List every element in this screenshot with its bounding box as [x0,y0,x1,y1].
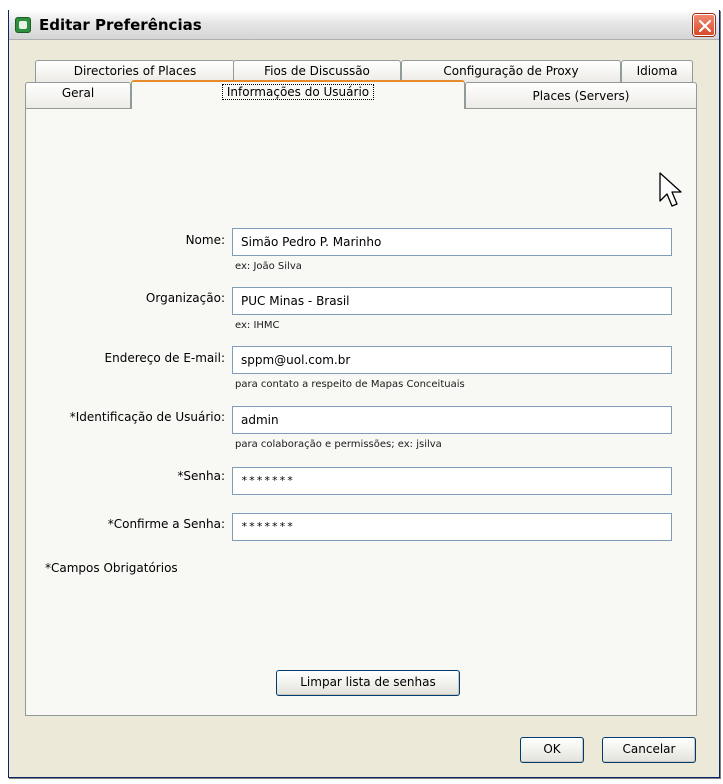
tab-label: Geral [61,86,95,100]
tab-idioma[interactable]: Idioma [621,60,693,82]
tab-geral[interactable]: Geral [25,82,131,108]
user-id-field[interactable]: admin [232,406,672,434]
close-button[interactable] [693,14,715,36]
organization-field[interactable]: PUC Minas - Brasil [232,287,672,315]
window-title: Editar Preferências [39,16,202,34]
clear-password-list-button[interactable]: Limpar lista de senhas [276,670,460,696]
required-fields-note: *Campos Obrigatórios [45,561,178,575]
tab-fios-de-discussao[interactable]: Fios de Discussão [233,60,401,82]
user-info-panel: Nome: Organização: Endereço de E-mail: *… [25,108,697,716]
email-field[interactable]: sppm@uol.com.br [232,346,672,374]
tab-label: Fios de Discussão [264,64,370,78]
name-label: Nome: [185,233,225,247]
confirm-password-field[interactable]: ******* [232,513,672,541]
email-label: Endereço de E-mail: [104,351,225,365]
password-label: *Senha: [177,469,225,483]
tab-label: Places (Servers) [532,89,630,103]
name-field[interactable]: Simão Pedro P. Marinho [232,228,672,256]
confirm-password-label: *Confirme a Senha: [107,517,225,531]
organization-hint: ex: IHMC [235,320,280,331]
organization-label: Organização: [145,291,225,305]
tab-configuracao-de-proxy[interactable]: Configuração de Proxy [401,60,621,82]
tab-places-servers[interactable]: Places (Servers) [465,82,697,108]
title-bar[interactable]: Editar Preferências [9,10,719,40]
user-id-label: *Identificação de Usuário: [69,410,225,424]
tab-informacoes-do-usuario[interactable]: Informações do Usuário [131,80,465,109]
tab-label: Directories of Places [73,64,197,78]
labels-column: Nome: Organização: Endereço de E-mail: *… [26,109,225,715]
password-field[interactable]: ******* [232,467,672,495]
close-icon [699,20,711,32]
tab-directories-of-places[interactable]: Directories of Places [35,60,235,82]
email-hint: para contato a respeito de Mapas Conceit… [235,379,465,390]
ok-button[interactable]: OK [520,737,584,763]
tab-label: Informações do Usuário [221,84,375,100]
mouse-pointer-icon [659,172,682,207]
app-logo-icon [15,17,31,33]
user-id-hint: para colaboração e permissões; ex: jsilv… [235,439,442,450]
name-hint: ex: João Silva [235,261,302,272]
cancel-button[interactable]: Cancelar [602,737,696,763]
tab-label: Configuração de Proxy [443,64,579,78]
tab-label: Idioma [636,64,678,78]
